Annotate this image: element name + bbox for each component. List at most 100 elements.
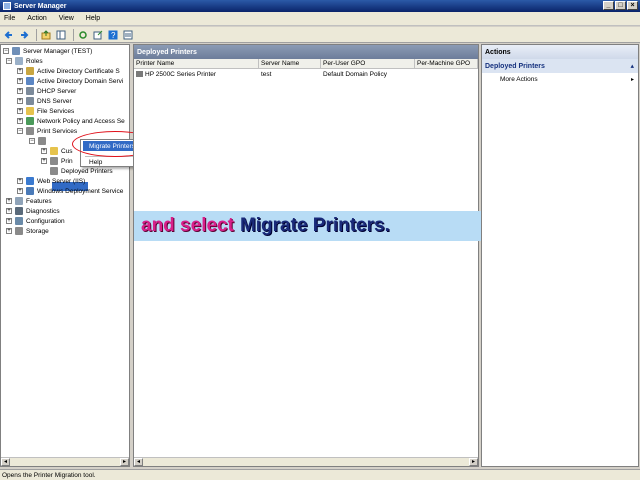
console-tree[interactable]: − Server Manager (TEST) − Roles + Active… [0,44,130,467]
tree-item-network-policy[interactable]: + Network Policy and Access Se [17,116,125,126]
maximize-button[interactable]: □ [615,1,626,10]
expand-toggle[interactable]: + [17,188,23,194]
toolbar-separator [36,28,37,41]
dhcp-icon [26,87,34,95]
results-pane: Deployed Printers Printer Name Server Na… [133,44,479,467]
tree-item-storage[interactable]: + Storage [6,226,49,236]
tree-item-features[interactable]: + Features [6,196,52,206]
domain-icon [26,77,34,85]
tree-item-print-servers[interactable]: + Prin [41,156,73,166]
tree-item-label: Features [26,197,52,205]
expand-toggle[interactable]: + [6,218,12,224]
help-icon[interactable]: ? [107,29,119,41]
tree-item-label: Deployed Printers [61,167,113,175]
tree-item-label: Storage [26,227,49,235]
forward-icon[interactable] [18,29,30,41]
show-tree-icon[interactable] [55,29,67,41]
actions-title: Actions [482,45,638,59]
up-icon[interactable] [40,29,52,41]
tree-item-label: Roles [26,57,43,65]
table-row[interactable]: HP 2500C Series Printer test Default Dom… [134,69,478,79]
dns-icon [26,97,34,105]
expand-toggle[interactable]: + [41,148,47,154]
status-bar: Opens the Printer Migration tool. [0,469,640,480]
expand-toggle[interactable]: + [17,108,23,114]
expand-toggle[interactable]: + [17,118,23,124]
tree-item-roles[interactable]: − Roles [6,56,43,66]
tree-item-custom-filters[interactable]: + Cus [41,146,73,156]
action-more-actions[interactable]: More Actions ▸ [482,73,638,85]
menu-help[interactable]: Help [86,15,100,22]
folder-icon [50,147,58,155]
collapse-caret-icon[interactable]: ▴ [630,62,634,70]
menu-action[interactable]: Action [27,15,46,22]
properties-icon[interactable] [122,29,134,41]
diagnostics-icon [15,207,23,215]
col-printer-name[interactable]: Printer Name [134,59,259,68]
scroll-right-arrow[interactable]: ▸ [120,458,129,466]
expand-toggle[interactable]: + [17,78,23,84]
minimize-button[interactable]: _ [603,1,614,10]
certificate-icon [26,67,34,75]
tree-item-web-server[interactable]: + Web Server (IIS) [17,176,85,186]
refresh-icon[interactable] [77,29,89,41]
col-server-name[interactable]: Server Name [259,59,321,68]
tree-item-wds[interactable]: + Windows Deployment Service [17,186,123,196]
expand-toggle[interactable]: + [17,88,23,94]
deployment-icon [26,187,34,195]
collapse-toggle[interactable]: − [3,48,9,54]
tree-item-print-services[interactable]: − Print Services [17,126,77,136]
menu-view[interactable]: View [59,15,74,22]
expand-toggle[interactable]: + [17,68,23,74]
scroll-right-arrow[interactable]: ▸ [469,458,478,466]
expand-toggle[interactable]: + [17,98,23,104]
actions-section-label: Deployed Printers [485,62,545,70]
tutorial-caption: and select Migrate Printers. [134,211,486,241]
tree-item-deployed-printers[interactable]: Deployed Printers [41,166,113,176]
tree-item-print-management[interactable]: − Print Ma [29,136,73,146]
tree-item-file-services[interactable]: + File Services [17,106,74,116]
tree-item-label: Cus [61,147,73,155]
tree-item-ad-domain[interactable]: + Active Directory Domain Servi [17,76,123,86]
tree-item-dns[interactable]: + DNS Server [17,96,72,106]
tree-item-label: Diagnostics [26,207,60,215]
tree-item-label: Active Directory Domain Servi [37,77,124,85]
printer-icon [50,167,58,175]
actions-section-header[interactable]: Deployed Printers ▴ [482,59,638,73]
toolbar-separator [73,28,74,41]
scroll-left-arrow[interactable]: ◂ [1,458,10,466]
expand-toggle[interactable]: + [6,208,12,214]
globe-icon [26,177,34,185]
window-title: Server Manager [14,2,67,10]
results-horizontal-scrollbar[interactable]: ◂ ▸ [134,457,478,466]
printer-name-text: HP 2500C Series Printer [145,70,217,78]
server-manager-icon [3,2,11,10]
expand-toggle[interactable]: + [6,228,12,234]
expand-toggle[interactable]: + [6,198,12,204]
col-per-machine-gpo[interactable]: Per-Machine GPO [415,59,478,68]
tree-item-configuration[interactable]: + Configuration [6,216,65,226]
expand-toggle[interactable]: + [41,158,47,164]
tree-item-diagnostics[interactable]: + Diagnostics [6,206,60,216]
collapse-toggle[interactable]: − [6,58,12,64]
back-icon[interactable] [3,29,15,41]
scroll-left-arrow[interactable]: ◂ [134,458,143,466]
per-machine-gpo-cell [415,69,478,79]
tree-item-label: DNS Server [37,97,72,105]
tree-horizontal-scrollbar[interactable]: ◂ ▸ [1,457,129,466]
col-per-user-gpo[interactable]: Per-User GPO [321,59,415,68]
collapse-toggle[interactable]: − [29,138,35,144]
svg-text:?: ? [111,31,116,40]
server-icon [12,47,20,55]
printer-icon [136,71,143,77]
collapse-toggle[interactable]: − [17,128,23,134]
close-button[interactable]: × [627,1,638,10]
tree-item-ad-certificate[interactable]: + Active Directory Certificate S [17,66,120,76]
tree-item-server-manager[interactable]: − Server Manager (TEST) [3,46,92,56]
expand-toggle[interactable]: + [17,178,23,184]
tree-item-label: Print Ma [49,137,74,145]
tree-item-dhcp[interactable]: + DHCP Server [17,86,76,96]
tree-item-label: Windows Deployment Service [37,187,124,195]
menu-file[interactable]: File [4,15,15,22]
export-icon[interactable] [92,29,104,41]
